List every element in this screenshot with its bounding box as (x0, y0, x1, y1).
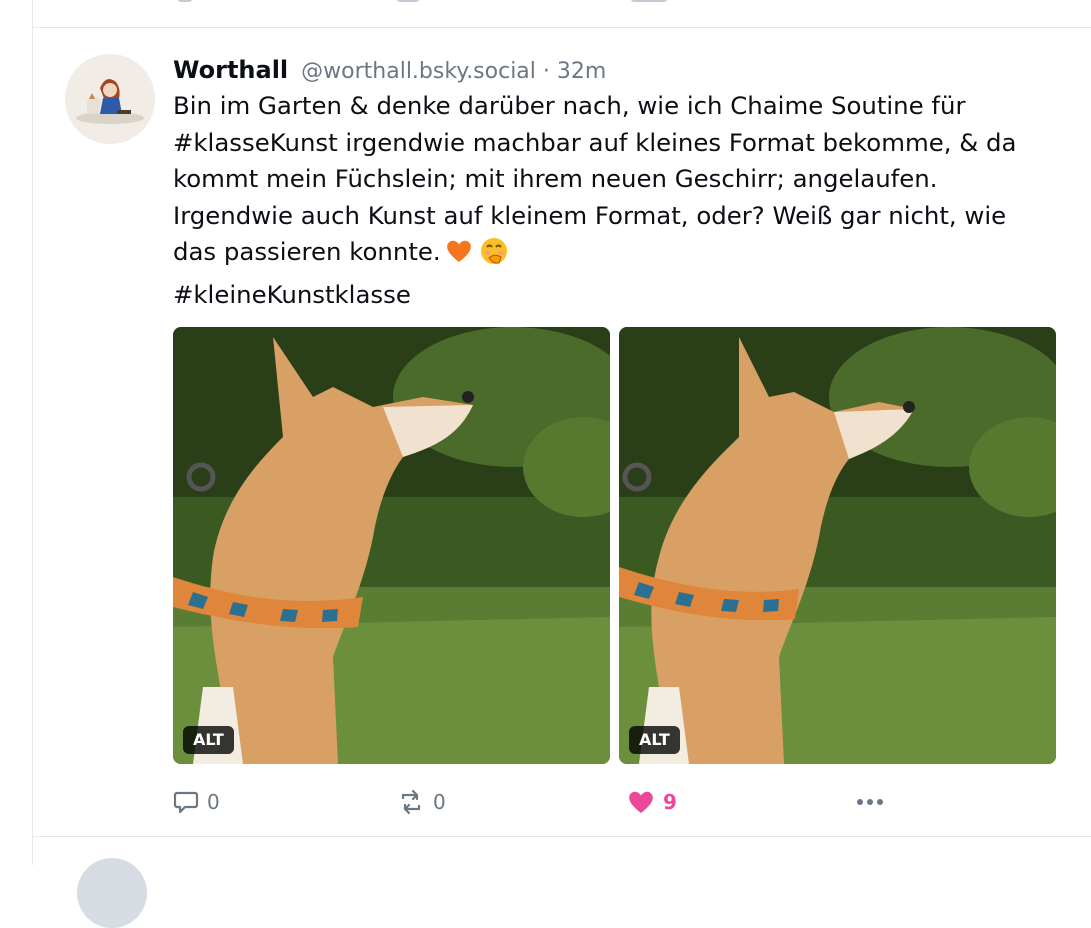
post-text-line: das passieren konnte. (173, 234, 1058, 277)
like-button[interactable]: 9 (627, 786, 677, 818)
author-handle[interactable]: @worthall.bsky.social (301, 59, 536, 84)
post-media-grid: ALT ALT (173, 327, 1056, 764)
post-header: Worthall @worthall.bsky.social · 32m (173, 54, 1058, 86)
post-body: Worthall @worthall.bsky.social · 32m Bin… (173, 54, 1058, 313)
like-count: 9 (663, 790, 677, 814)
post-text-line: #kleineKunstklasse (173, 277, 1058, 314)
reply-count: 0 (207, 790, 220, 814)
next-post-avatar[interactable] (77, 858, 147, 928)
previous-post-stub (33, 0, 1091, 28)
header-separator: · (542, 59, 550, 84)
post-text-fragment: das passieren konnte. (173, 237, 441, 266)
author-avatar[interactable] (65, 54, 155, 144)
hashtag-kleinekunstklasse[interactable]: #kleineKunstklasse (173, 280, 411, 309)
author-display-name[interactable]: Worthall (173, 56, 288, 84)
reply-icon (173, 791, 199, 814)
post-timestamp[interactable]: 32m (557, 59, 606, 84)
post-text: Bin im Garten & denke darüber nach, wie … (173, 88, 1058, 313)
reply-button[interactable]: 0 (173, 786, 220, 818)
post-actions: 0 0 9 (173, 786, 1056, 818)
avatar-illustration (65, 54, 155, 144)
dog-photo (619, 327, 1056, 764)
repost-icon (401, 789, 421, 815)
dog-photo (173, 327, 610, 764)
hashtag-klassekunst-line[interactable]: #klasseKunst irgendwie machbar auf klein… (173, 128, 1016, 157)
alt-text-badge[interactable]: ALT (629, 726, 680, 754)
orange-heart-icon (445, 238, 473, 275)
post-card[interactable]: Worthall @worthall.bsky.social · 32m Bin… (33, 28, 1091, 837)
more-options-button[interactable] (853, 786, 887, 818)
post-text-line: Bin im Garten & denke darüber nach, wie … (173, 91, 966, 120)
post-text-line: Irgendwie auch Kunst auf kleinem Format,… (173, 200, 1007, 230)
post-text-line: #klasseKunst irgendwie machbar auf klein… (173, 125, 1058, 162)
post-text-line: kommt mein Füchslein; mit ihrem neuen Ge… (173, 164, 938, 193)
repost-button[interactable]: 0 (397, 786, 446, 818)
heart-filled-icon (629, 791, 653, 813)
post-image-1[interactable]: ALT (173, 327, 610, 764)
face-with-hand-over-mouth-icon (479, 236, 509, 277)
more-dots-icon (857, 799, 883, 805)
feed-column: Worthall @worthall.bsky.social · 32m Bin… (32, 0, 1091, 928)
repost-count: 0 (433, 790, 446, 814)
post-image-2[interactable]: ALT (619, 327, 1056, 764)
alt-text-badge[interactable]: ALT (183, 726, 234, 754)
